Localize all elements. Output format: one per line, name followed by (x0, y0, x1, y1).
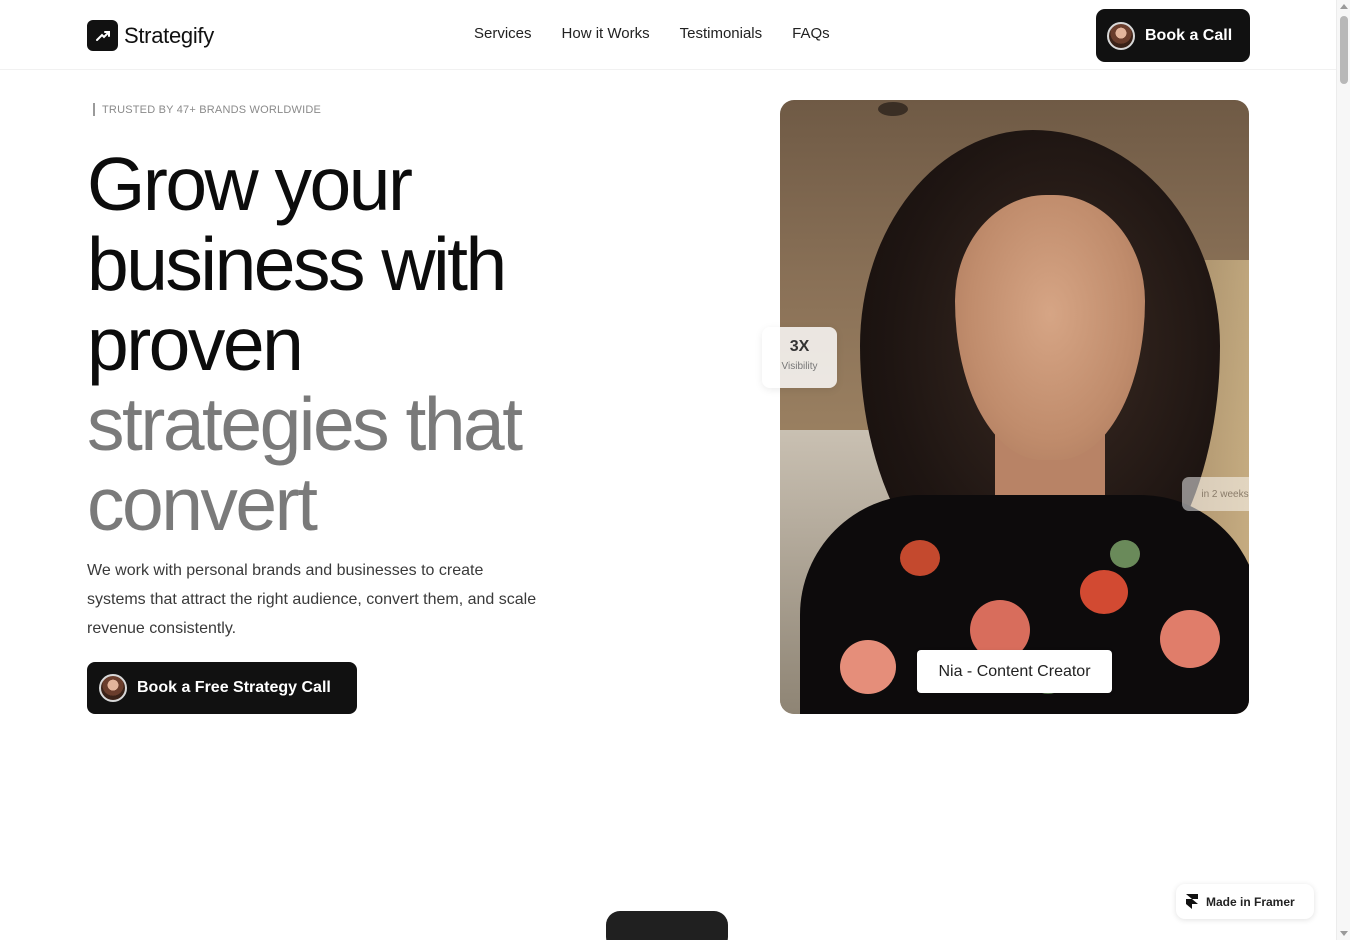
headline-line-5: convert (87, 462, 318, 546)
scroll-down-icon[interactable] (1340, 931, 1348, 936)
headline-line-3: proven (87, 302, 304, 386)
eyebrow-divider (93, 103, 95, 116)
photo-caption: Nia - Content Creator (917, 650, 1112, 693)
book-strategy-call-label: Book a Free Strategy Call (137, 679, 331, 696)
brand-logo[interactable]: Strategify (87, 20, 214, 51)
main-nav: Services How it Works Testimonials FAQs (474, 25, 830, 42)
hero-headline: Grow your business with proven strategie… (87, 144, 647, 544)
timeframe-badge: in 2 weeks (1182, 477, 1268, 511)
headline-line-4: strategies that (87, 382, 523, 466)
nav-item-testimonials[interactable]: Testimonials (680, 25, 763, 42)
headline-line-2: business with (87, 222, 507, 306)
nav-item-faqs[interactable]: FAQs (792, 25, 830, 42)
stat-value: 3X (789, 338, 810, 355)
shirt-flower (900, 540, 940, 576)
next-section-preview (606, 911, 728, 940)
brand-name: Strategify (124, 22, 214, 48)
made-in-framer-label: Made in Framer (1206, 894, 1295, 909)
shirt-flower (840, 640, 896, 694)
book-call-button[interactable]: Book a Call (1096, 9, 1250, 62)
shirt-leaf (1110, 540, 1140, 568)
shirt-flower (1080, 570, 1128, 614)
eyebrow-text: TRUSTED BY 47+ BRANDS WORLDWIDE (102, 103, 322, 116)
site-header: Strategify Services How it Works Testimo… (0, 0, 1336, 70)
nav-item-services[interactable]: Services (474, 25, 532, 42)
trend-arrow-icon (87, 20, 118, 51)
ceiling-light (878, 102, 908, 116)
avatar (99, 674, 127, 702)
page-scrollbar[interactable] (1336, 0, 1350, 940)
framer-logo-icon (1186, 893, 1198, 909)
book-call-label: Book a Call (1145, 26, 1233, 44)
made-in-framer-badge[interactable]: Made in Framer (1176, 884, 1314, 919)
hero-subcopy: We work with personal brands and busines… (87, 562, 537, 637)
headline-line-1: Grow your (87, 142, 413, 226)
scroll-thumb[interactable] (1340, 16, 1348, 84)
visibility-stat-badge: 3X Visibility (762, 327, 837, 388)
avatar (1107, 21, 1135, 50)
book-strategy-call-button[interactable]: Book a Free Strategy Call (87, 662, 357, 714)
stat-label: Visibility (781, 361, 818, 372)
nav-item-how-it-works[interactable]: How it Works (562, 25, 650, 42)
shirt-flower (1160, 610, 1220, 668)
hero-photo (780, 100, 1249, 714)
trust-eyebrow: TRUSTED BY 47+ BRANDS WORLDWIDE (93, 103, 321, 116)
scroll-up-icon[interactable] (1340, 4, 1348, 9)
